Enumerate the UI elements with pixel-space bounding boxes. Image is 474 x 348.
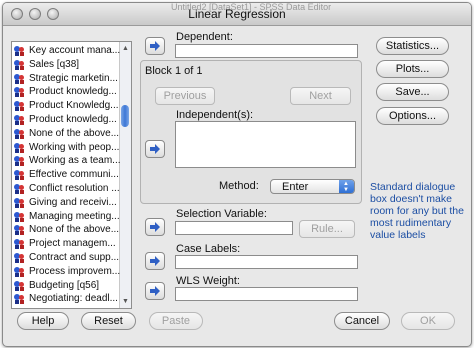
variable-label: Strategic marketin...	[29, 72, 118, 84]
right-arrow-icon	[150, 286, 160, 296]
method-value: Enter	[282, 181, 309, 193]
previous-block-button[interactable]: Previous	[155, 87, 215, 105]
nominal-variable-icon	[14, 170, 26, 181]
linear-regression-window: Untitled2 [DataSet1] - SPSS Data Editor …	[2, 2, 472, 347]
options-button[interactable]: Options...	[376, 107, 449, 125]
title-bar: Untitled2 [DataSet1] - SPSS Data Editor …	[3, 3, 471, 26]
method-label: Method:	[219, 180, 259, 192]
annotation-note: Standard dialogue box doesn't make room …	[370, 181, 464, 241]
selection-variable-field[interactable]	[175, 221, 293, 235]
scroll-down-arrow-icon[interactable]: ▼	[121, 297, 130, 306]
nominal-variable-icon	[14, 253, 26, 263]
method-select[interactable]: Enter ▲ ▼	[270, 179, 355, 194]
nominal-variable-icon	[14, 46, 26, 56]
window-title: Linear Regression	[188, 7, 286, 21]
move-to-selection-button[interactable]	[145, 218, 165, 236]
variable-label: None of the above...	[29, 224, 120, 236]
right-arrow-icon	[150, 222, 160, 232]
variable-label: Product knowledg...	[29, 86, 117, 98]
variable-label: Working as a team...	[29, 155, 121, 167]
block-label: Block 1 of 1	[145, 65, 203, 77]
move-to-dependent-button[interactable]	[145, 37, 165, 55]
ok-button[interactable]: OK	[401, 312, 455, 330]
variable-label: Process improvem...	[29, 265, 121, 277]
case-labels-label: Case Labels:	[176, 243, 241, 255]
cancel-button[interactable]: Cancel	[334, 312, 390, 330]
dependent-field[interactable]	[175, 44, 358, 58]
variable-label: Product knowledg...	[29, 114, 117, 125]
nominal-variable-icon	[14, 266, 26, 277]
wls-weight-label: WLS Weight:	[176, 275, 240, 287]
nominal-variable-icon	[14, 239, 26, 250]
variable-label: Budgeting [q56]	[29, 279, 100, 291]
next-block-button[interactable]: Next	[290, 87, 351, 105]
paste-button[interactable]: Paste	[149, 312, 203, 330]
nominal-variable-icon	[14, 156, 26, 167]
nominal-variable-icon	[14, 128, 26, 139]
nominal-variable-icon	[14, 142, 26, 153]
help-button[interactable]: Help	[17, 312, 69, 330]
variable-label: Managing meeting...	[29, 210, 120, 222]
variable-label: Conflict resolution ...	[29, 183, 120, 194]
variable-label: Sales [q38]	[29, 58, 80, 70]
case-labels-field[interactable]	[175, 255, 358, 269]
variable-label: None of the above...	[29, 127, 120, 139]
save-button[interactable]: Save...	[376, 83, 449, 101]
nominal-variable-icon	[14, 73, 26, 84]
move-to-wls-button[interactable]	[145, 282, 165, 300]
nominal-variable-icon	[14, 115, 26, 125]
right-arrow-icon	[150, 41, 160, 51]
variable-label: Giving and receivi...	[29, 196, 117, 208]
variable-label: Working with peop...	[29, 141, 120, 153]
nominal-variable-icon	[14, 280, 26, 291]
statistics-button[interactable]: Statistics...	[376, 37, 449, 55]
variable-label: Project managem...	[29, 238, 116, 250]
variable-list-scrollbar[interactable]: ▲ ▼	[119, 42, 131, 308]
wls-weight-field[interactable]	[175, 287, 358, 301]
independent-field[interactable]	[175, 121, 356, 168]
dependent-label: Dependent:	[176, 31, 233, 43]
variable-label: Product Knowledg...	[29, 100, 119, 112]
scrollbar-thumb[interactable]	[121, 105, 129, 127]
independent-label: Independent(s):	[176, 109, 254, 121]
nominal-variable-icon	[14, 59, 26, 70]
nominal-variable-icon	[14, 87, 26, 98]
nominal-variable-icon	[14, 211, 26, 222]
right-arrow-icon	[150, 256, 160, 266]
chevron-updown-icon: ▲ ▼	[339, 180, 354, 193]
reset-button[interactable]: Reset	[81, 312, 136, 330]
nominal-variable-icon	[14, 101, 26, 112]
variable-label: Contract and supp...	[29, 252, 120, 263]
rule-button[interactable]: Rule...	[299, 220, 355, 238]
selection-variable-label: Selection Variable:	[176, 208, 267, 220]
variable-list[interactable]: ▲ ▼ Key account mana... Sales [q38] Strate…	[11, 41, 132, 309]
variable-label: Effective communi...	[29, 169, 119, 181]
variable-label: Key account mana...	[29, 45, 121, 56]
nominal-variable-icon	[14, 294, 26, 305]
nominal-variable-icon	[14, 225, 26, 236]
move-to-independent-button[interactable]	[145, 140, 165, 158]
plots-button[interactable]: Plots...	[376, 60, 449, 78]
nominal-variable-icon	[14, 184, 26, 194]
right-arrow-icon	[150, 144, 160, 154]
nominal-variable-icon	[14, 197, 26, 208]
move-to-case-labels-button[interactable]	[145, 252, 165, 270]
scroll-up-arrow-icon[interactable]: ▲	[121, 44, 130, 53]
variable-label: Negotiating: deadl...	[29, 293, 118, 305]
